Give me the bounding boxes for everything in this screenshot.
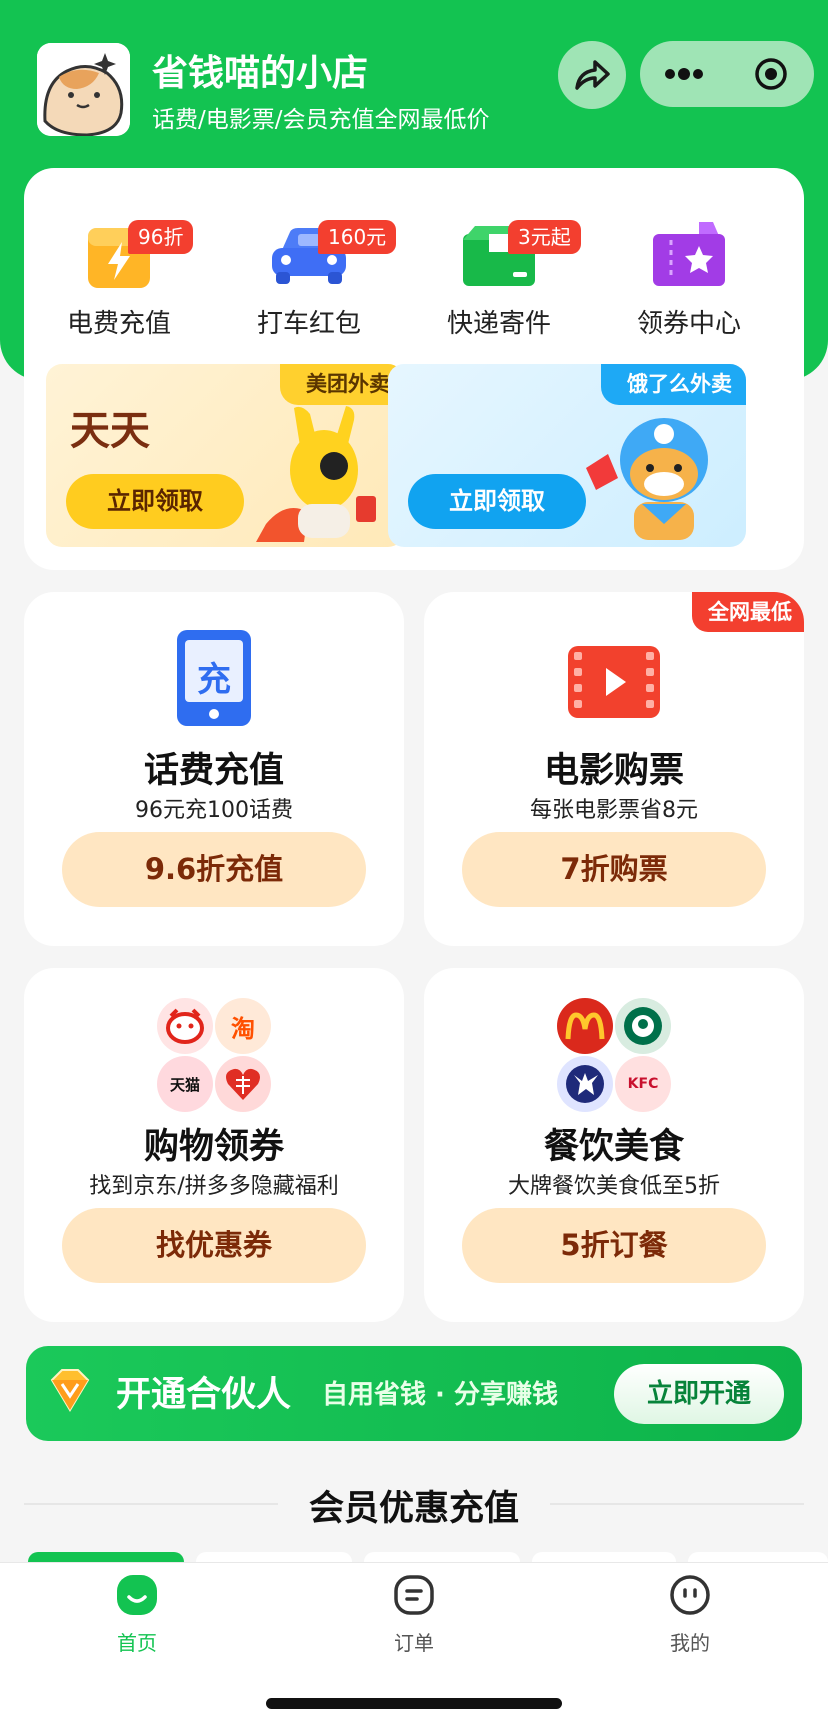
service-card-phone[interactable]: 充 话费充值 96元充100话费 9.6折充值: [24, 592, 404, 946]
target-icon: [754, 58, 787, 90]
tab-profile[interactable]: 我的: [630, 1573, 750, 1656]
service-card-movie[interactable]: 全网最低 电影购票 每张电影票省8元 7折购票: [424, 592, 804, 946]
claim-button[interactable]: 立即领取: [408, 474, 586, 529]
shop-description: 话费/电影票/会员充值全网最低价: [152, 107, 490, 133]
tab-orders[interactable]: 订单: [354, 1573, 474, 1656]
service-subtitle: 找到京东/拼多多隐藏福利: [89, 1174, 339, 1199]
tab-label: 首页: [117, 1631, 157, 1655]
order-food-button[interactable]: 5折订餐: [462, 1208, 766, 1283]
service-title: 购物领券: [143, 1127, 284, 1167]
starbucks-logo-icon: [615, 998, 671, 1054]
mcdonalds-logo-icon: [557, 998, 613, 1054]
order-icon: [394, 1575, 434, 1615]
tab-home[interactable]: 首页: [77, 1573, 197, 1656]
mini-program-capsule: [640, 41, 814, 107]
quick-badge: 96折: [128, 220, 194, 254]
claim-button[interactable]: 立即领取: [66, 474, 244, 529]
profile-icon: [670, 1575, 710, 1615]
lowest-price-badge: 全网最低: [692, 592, 804, 632]
recharge-button[interactable]: 9.6折充值: [62, 832, 366, 907]
quick-item-express[interactable]: 3元起 快递寄件: [404, 198, 594, 340]
jd-logo-icon: [157, 998, 213, 1054]
deer-logo-icon: [557, 1056, 613, 1112]
quick-services-card: 96折 电费充值 160元 打车红包 3元起 快递寄件 领券中心 美团外卖 天天…: [24, 168, 804, 570]
quick-label: 快递寄件: [446, 309, 551, 339]
recharge-icon-text: 充: [197, 660, 231, 700]
service-title: 餐饮美食: [543, 1127, 684, 1167]
find-coupon-button[interactable]: 找优惠券: [62, 1208, 366, 1283]
open-partner-button[interactable]: 立即开通: [614, 1364, 784, 1424]
more-button[interactable]: [640, 67, 727, 81]
service-card-shopping[interactable]: 淘 天猫 购物领券 找到京东/拼多多隐藏福利 找优惠券: [24, 968, 404, 1322]
service-title: 电影购票: [543, 751, 684, 791]
quick-badge: 3元起: [508, 220, 581, 254]
service-subtitle: 大牌餐饮美食低至5折: [508, 1174, 720, 1199]
food-logos: KFC: [555, 996, 673, 1114]
quick-item-coupon-center[interactable]: 领券中心: [594, 198, 784, 340]
partner-subtitle: 自用省钱 · 分享赚钱: [322, 1380, 558, 1410]
quick-item-electric[interactable]: 96折 电费充值: [24, 198, 214, 340]
quick-label: 领券中心: [636, 309, 741, 339]
buy-ticket-button[interactable]: 7折购票: [462, 832, 766, 907]
quick-badge: 160元: [318, 220, 397, 254]
tmall-logo-icon: 天猫: [157, 1056, 213, 1112]
film-ticket-icon: [568, 646, 660, 718]
service-subtitle: 96元充100话费: [135, 798, 293, 823]
pinduoduo-logo-icon: [215, 1056, 271, 1112]
taobao-logo-icon: 淘: [215, 998, 271, 1054]
promo-tag: 饿了么外卖: [601, 364, 746, 405]
quick-item-taxi[interactable]: 160元 打车红包: [214, 198, 404, 340]
eleme-mascot-icon: [586, 418, 708, 540]
shop-header: 省钱喵的小店 话费/电影票/会员充值全网最低价: [0, 0, 828, 160]
shop-name: 省钱喵的小店: [152, 53, 369, 94]
home-icon: [117, 1575, 157, 1615]
service-subtitle: 每张电影票省8元: [530, 798, 698, 823]
more-dots-icon: [664, 68, 703, 80]
quick-label: 打车红包: [256, 309, 361, 339]
share-icon: [575, 60, 610, 90]
meituan-mascot-icon: [256, 406, 376, 542]
promo-eleme[interactable]: 饿了么外卖 立即领取: [388, 364, 746, 547]
diamond-icon: [50, 1369, 90, 1412]
promo-headline: 天天: [70, 408, 150, 454]
quick-label: 电费充值: [66, 309, 171, 339]
home-indicator: [266, 1698, 562, 1709]
section-title: 会员优惠充值: [308, 1489, 519, 1529]
service-card-food[interactable]: KFC 餐饮美食 大牌餐饮美食低至5折 5折订餐: [424, 968, 804, 1322]
partner-banner[interactable]: 开通合伙人 自用省钱 · 分享赚钱 立即开通: [26, 1346, 802, 1441]
promo-meituan[interactable]: 美团外卖 天天 立即领取: [46, 364, 404, 547]
service-title: 话费充值: [143, 751, 284, 791]
close-program-button[interactable]: [727, 56, 814, 92]
promo-tag: 美团外卖: [280, 364, 404, 405]
shop-avatar[interactable]: [37, 43, 130, 136]
partner-title: 开通合伙人: [116, 1375, 292, 1415]
tab-label: 订单: [394, 1631, 434, 1655]
share-button[interactable]: [558, 41, 626, 109]
coupon-star-icon: [653, 222, 725, 286]
shopping-logos: 淘 天猫: [155, 996, 273, 1114]
tab-label: 我的: [670, 1631, 710, 1655]
kfc-logo-icon: KFC: [615, 1056, 671, 1112]
